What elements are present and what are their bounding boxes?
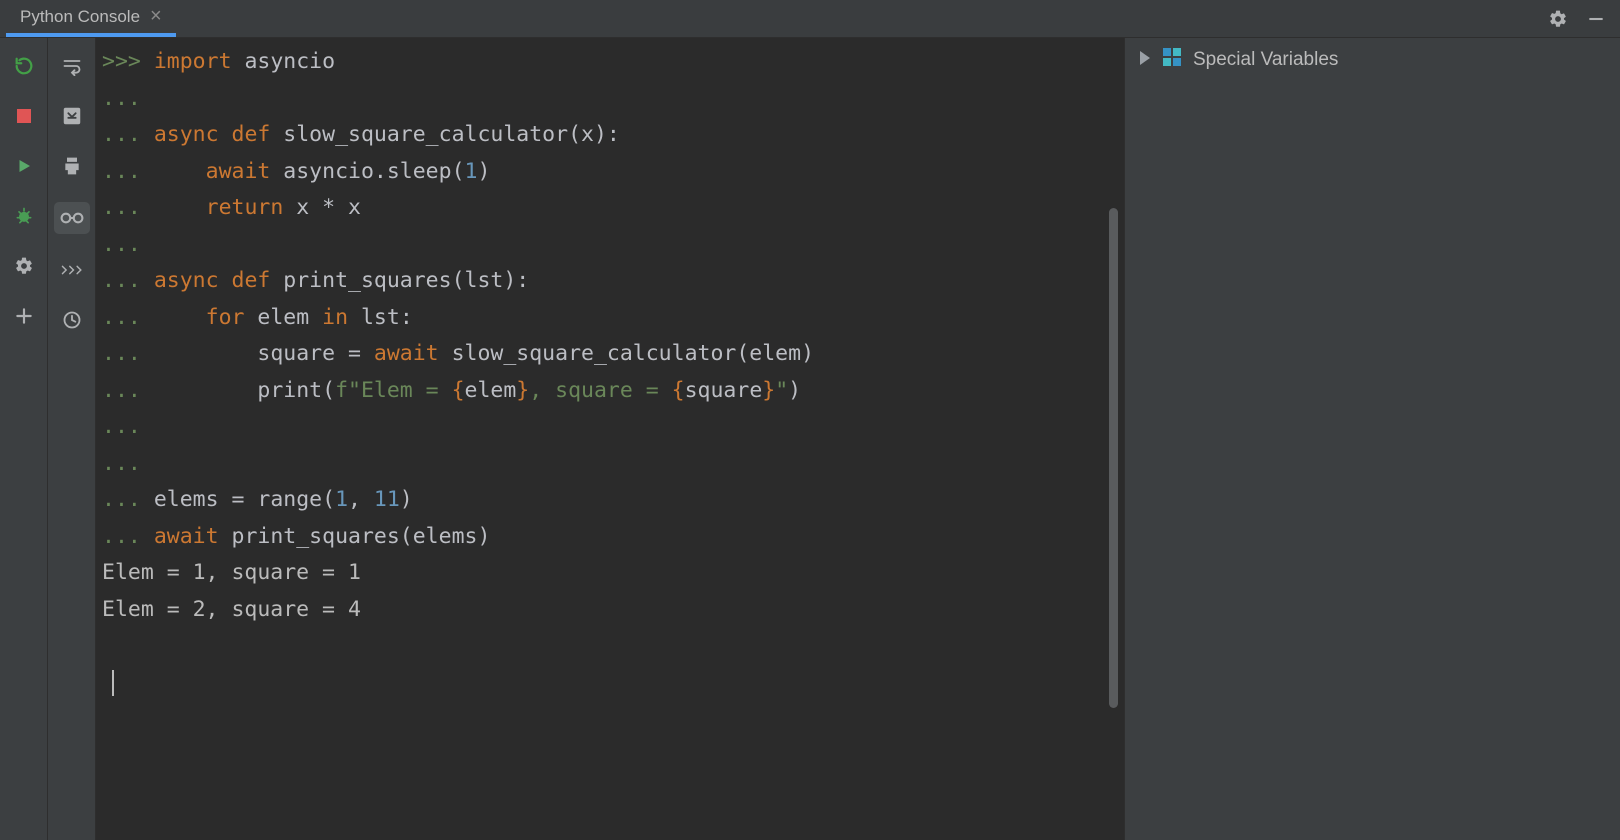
prompt: ... [102, 519, 154, 556]
code-line: ...async def print_squares(lst): [102, 263, 1124, 300]
grid-icon [1163, 48, 1181, 72]
variables-pane: Special Variables [1125, 38, 1620, 840]
code-line: ... await asyncio.sleep(1) [102, 154, 1124, 191]
tab-title: Python Console [20, 7, 140, 27]
input-line[interactable] [102, 665, 1124, 696]
tab-python-console[interactable]: Python Console × [6, 0, 176, 37]
code-line: ...async def slow_square_calculator(x): [102, 117, 1124, 154]
caret [112, 670, 114, 696]
debug-button[interactable] [8, 202, 40, 230]
special-variables-row[interactable]: Special Variables [1125, 38, 1620, 82]
code-line: ... square = await slow_square_calculato… [102, 336, 1124, 373]
prompt: ... [102, 482, 154, 519]
prompt: ... [102, 300, 154, 337]
new-console-button[interactable] [8, 302, 40, 330]
prompt: ... [102, 263, 154, 300]
code-line: ... print(f"Elem = {elem}, square = {squ… [102, 373, 1124, 410]
console-pane[interactable]: >>>import asyncio......async def slow_sq… [96, 38, 1125, 840]
code-line: ... [102, 446, 1124, 483]
code-line: ...await print_squares(elems) [102, 519, 1124, 556]
prompt: ... [102, 81, 154, 118]
code-line: ... return x * x [102, 190, 1124, 227]
main-row: >>>import asyncio......async def slow_sq… [0, 38, 1620, 840]
prompt: ... [102, 373, 154, 410]
run-button[interactable] [8, 152, 40, 180]
history-button[interactable] [56, 306, 88, 334]
gear-icon[interactable] [1548, 9, 1568, 29]
special-variables-label: Special Variables [1193, 49, 1338, 71]
code-line: ... for elem in lst: [102, 300, 1124, 337]
prompt: ... [102, 409, 154, 446]
close-icon[interactable]: × [150, 5, 162, 28]
console-output[interactable]: >>>import asyncio......async def slow_sq… [96, 38, 1124, 840]
show-vars-button[interactable] [54, 202, 90, 234]
print-button[interactable] [56, 152, 88, 180]
scroll-to-end-button[interactable] [56, 102, 88, 130]
prompt: ... [102, 117, 154, 154]
stop-button[interactable] [8, 102, 40, 130]
rerun-button[interactable] [8, 52, 40, 80]
prompt: ... [102, 336, 154, 373]
code-line: ...elems = range(1, 11) [102, 482, 1124, 519]
left-toolbar-primary [0, 38, 48, 840]
output-line: Elem = 2, square = 4 [102, 592, 1124, 629]
soft-wrap-button[interactable] [56, 52, 88, 80]
code-line: ... [102, 227, 1124, 264]
prompt: ... [102, 227, 154, 264]
browse-history-button[interactable] [56, 256, 88, 284]
prompt: ... [102, 446, 154, 483]
prompt: >>> [102, 44, 154, 81]
code-line: >>>import asyncio [102, 44, 1124, 81]
prompt: ... [102, 190, 154, 227]
chevron-right-icon [1139, 49, 1151, 71]
settings-button[interactable] [8, 252, 40, 280]
code-line: ... [102, 81, 1124, 118]
minimize-icon[interactable] [1586, 9, 1606, 29]
prompt: ... [102, 154, 154, 191]
tab-bar: Python Console × [0, 0, 1620, 38]
output-line: Elem = 1, square = 1 [102, 555, 1124, 592]
code-line: ... [102, 409, 1124, 446]
left-toolbar-secondary [48, 38, 96, 840]
scrollbar[interactable] [1109, 208, 1118, 708]
